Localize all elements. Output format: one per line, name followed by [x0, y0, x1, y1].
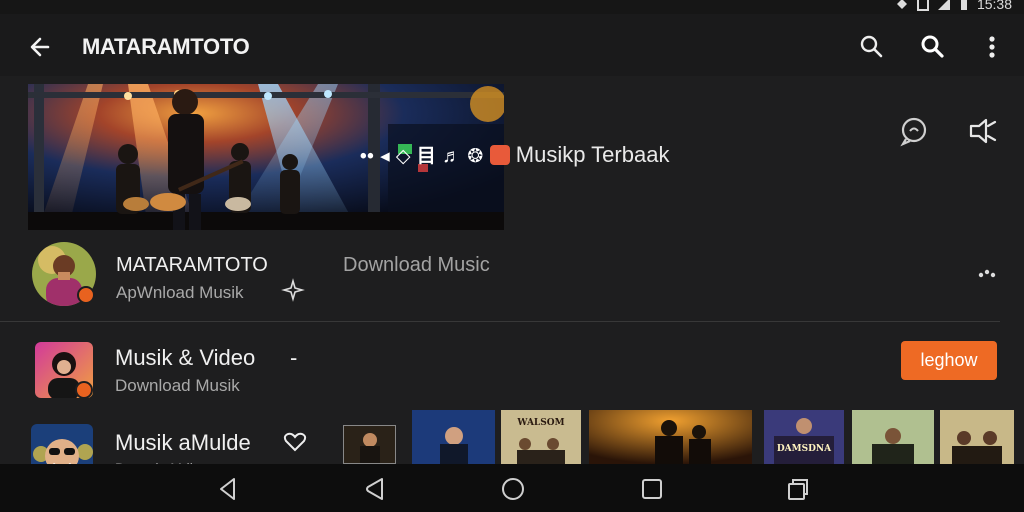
banner-caption: •• ◂ ◇ 目 ♬ ❂ Musikp Terbaak — [360, 141, 669, 168]
row-title-suffix: - — [290, 345, 298, 370]
wifi-icon — [937, 0, 951, 11]
back-arrow-icon[interactable] — [26, 32, 56, 62]
status-icons: 15:38 — [895, 0, 1012, 12]
clock: 15:38 — [976, 0, 1012, 12]
search-icon[interactable] — [857, 32, 887, 62]
more-vert-icon[interactable] — [977, 32, 1007, 62]
recents-square-icon[interactable] — [639, 476, 665, 502]
overflow-icon[interactable] — [975, 265, 999, 285]
row-subtitle: Download Musik — [115, 376, 240, 395]
thumbnail[interactable] — [852, 410, 934, 464]
banner-glyphs: •• ◂ ◇ 目 ♬ ❂ — [360, 146, 484, 167]
battery-icon — [959, 0, 969, 11]
signal-icon — [895, 0, 909, 11]
app-bar: MATARAMTOTO — [0, 14, 1024, 76]
share-icon[interactable] — [966, 114, 1000, 148]
row-title: Musik aMulde — [115, 430, 251, 455]
search-icon[interactable] — [918, 32, 948, 62]
recents-alt-icon[interactable] — [785, 476, 811, 502]
page-title: MATARAMTOTO — [82, 34, 250, 59]
music-badge-icon — [489, 144, 510, 165]
sim-icon — [916, 0, 929, 11]
row-subtitle: ApWnload Musik — [116, 283, 244, 302]
back-triangle-icon[interactable] — [215, 476, 241, 502]
thumbnail[interactable] — [412, 410, 495, 464]
download-music-label[interactable]: Download Music — [343, 254, 490, 277]
thumbnail[interactable] — [343, 425, 396, 464]
status-badge — [77, 286, 95, 304]
follow-button[interactable]: leghow — [901, 341, 997, 380]
thumbnail-label: DAMSDNA — [776, 444, 832, 454]
divider — [0, 321, 1000, 322]
status-badge — [75, 381, 93, 399]
banner-caption-text: Musikp Terbaak — [515, 141, 670, 167]
thumbnail-label: WALSOM — [517, 418, 565, 428]
thumbnail[interactable] — [589, 410, 752, 464]
row-title: MATARAMTOTO — [116, 254, 268, 276]
thumbnail[interactable]: WALSOM — [501, 410, 581, 464]
status-bar: 15:38 — [0, 0, 1024, 14]
row-title: Musik & Video — [115, 345, 256, 370]
home-circle-icon[interactable] — [500, 476, 526, 502]
comment-icon[interactable] — [897, 114, 931, 148]
sparkle-icon[interactable] — [281, 278, 305, 302]
thumbnail[interactable] — [940, 410, 1014, 464]
system-nav-bar — [0, 464, 1024, 512]
thumbnail[interactable]: DAMSDNA — [764, 410, 844, 464]
heart-icon[interactable] — [283, 432, 307, 452]
back-alt-icon[interactable] — [362, 476, 388, 502]
